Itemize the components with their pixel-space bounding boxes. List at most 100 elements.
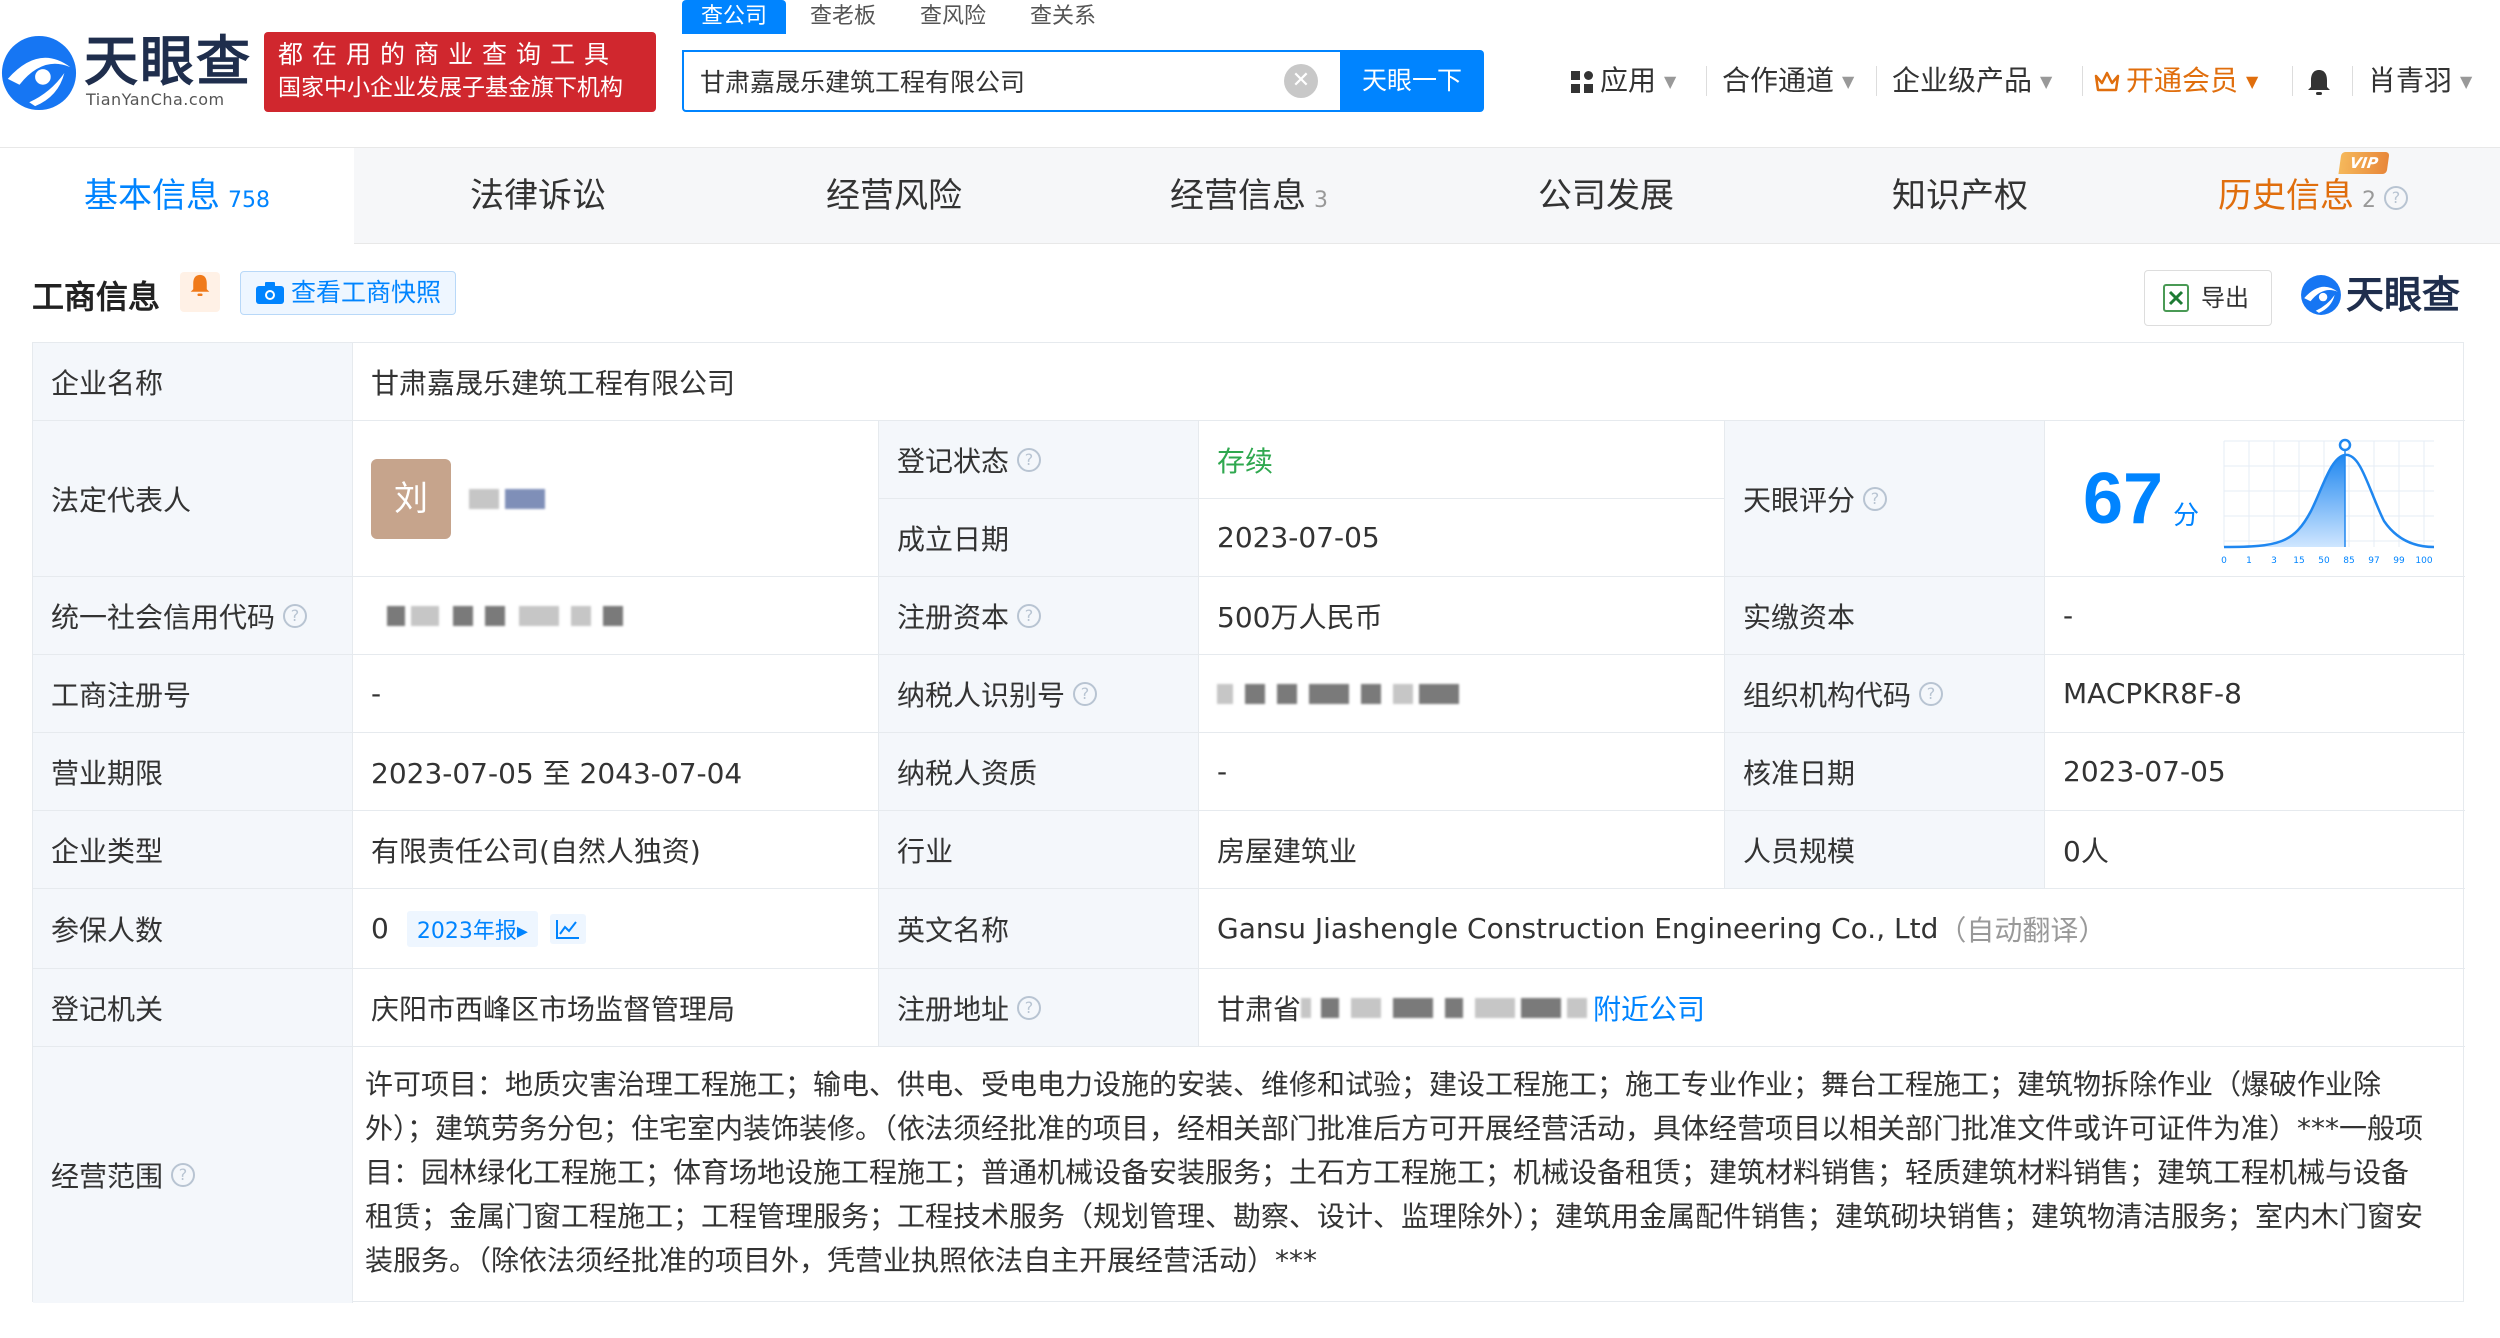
question-icon[interactable]: ? <box>1017 603 1042 628</box>
chevron-down-icon: ▼ <box>2040 72 2053 91</box>
tab-operation-info[interactable]: 经营信息 3 <box>1170 148 1328 244</box>
tab-operation-risk[interactable]: 经营风险 <box>826 148 962 244</box>
excel-icon <box>2163 284 2189 312</box>
paid-capital-label: 实缴资本 <box>1725 577 2045 655</box>
logo-eye-icon <box>1 35 77 111</box>
reg-status-label: 登记状态? <box>879 421 1199 499</box>
apps-grid-icon <box>1571 71 1593 93</box>
nav-partner[interactable]: 合作通道 ▼ <box>1722 60 1854 102</box>
follow-bell-icon[interactable] <box>180 272 220 312</box>
camera-icon <box>256 282 284 304</box>
nav-user[interactable]: 肖青羽 ▼ <box>2368 60 2472 102</box>
slogan-line-2: 国家中小企业发展子基金旗下机构 <box>278 75 623 101</box>
insured-label: 参保人数 <box>33 889 353 969</box>
search-tab-risk[interactable]: 查风险 <box>920 0 986 34</box>
nav-divider <box>1876 66 1877 96</box>
logo-text: 天眼查 <box>84 30 252 93</box>
score-distribution-chart: 0 1 3 15 50 85 97 99 100 <box>2221 438 2435 566</box>
annual-report-link[interactable]: 2023年报▸ <box>406 910 538 947</box>
masked-text <box>485 605 505 626</box>
tab-basic-info[interactable]: 基本信息 758 <box>0 148 354 244</box>
nav-apps[interactable]: 应用 ▼ <box>1570 60 1676 102</box>
scope-label: 经营范围? <box>33 1047 353 1303</box>
detail-tabs: 基本信息 758 法律诉讼 经营风险 经营信息 3 公司发展 知识产权 历史信息 2? <box>0 148 2500 244</box>
score-axis-tick: 97 <box>2368 556 2379 566</box>
company-name-value: 甘肃嘉晟乐建筑工程有限公司 <box>353 343 2465 421</box>
tab-label: 公司发展 <box>1538 176 1674 216</box>
company-name-label: 企业名称 <box>33 343 353 421</box>
term-label: 营业期限 <box>33 733 353 811</box>
scope-cell: 许可项目：地质灾害治理工程施工；输电、供电、受电电力设施的安装、维修和试验；建设… <box>353 1047 2465 1303</box>
masked-text <box>1321 997 1340 1018</box>
nav-vip[interactable]: 开通会员 ▼ <box>2094 60 2258 102</box>
tab-count: 3 <box>1314 188 1328 213</box>
question-icon[interactable]: ? <box>1863 486 1888 511</box>
tab-label: 知识产权 <box>1892 176 2028 216</box>
view-snapshot-button[interactable]: 查看工商快照 <box>240 271 456 315</box>
nearby-companies-link[interactable]: 附近公司 <box>1593 988 1705 1028</box>
score-axis-tick: 15 <box>2293 556 2304 566</box>
credit-code-label: 统一社会信用代码? <box>33 577 353 655</box>
authority-value: 庆阳市西峰区市场监督管理局 <box>353 969 879 1047</box>
type-value: 有限责任公司(自然人独资) <box>353 811 879 889</box>
search-tab-company[interactable]: 查公司 <box>682 0 787 34</box>
question-icon[interactable]: ? <box>1919 681 1944 706</box>
approve-date-value: 2023-07-05 <box>2045 733 2465 811</box>
insured-count: 0 <box>371 912 389 945</box>
masked-text <box>1445 997 1464 1018</box>
tab-label: 经营风险 <box>826 176 962 216</box>
masked-text <box>411 605 439 626</box>
scope-label-text: 经营范围 <box>51 1160 164 1193</box>
search-input[interactable] <box>700 60 1300 102</box>
masked-text <box>1309 683 1349 704</box>
score-axis-tick: 99 <box>2393 556 2405 566</box>
search-clear-icon[interactable]: ✕ <box>1284 64 1318 98</box>
search-tab-boss[interactable]: 查老板 <box>810 0 876 34</box>
score-number: 67 <box>2083 458 2164 539</box>
tianyancha-logo[interactable]: 天眼查 TianYanCha.com <box>0 28 250 118</box>
masked-text <box>1301 997 1312 1018</box>
address-value: 甘肃省 附近公司 <box>1199 969 2465 1047</box>
question-icon[interactable]: ? <box>171 1163 196 1187</box>
score-axis-tick: 3 <box>2271 556 2277 566</box>
masked-text <box>1475 997 1516 1018</box>
question-icon[interactable]: ? <box>2384 185 2408 210</box>
tax-qual-label: 纳税人资质 <box>879 733 1199 811</box>
authority-label: 登记机关 <box>33 969 353 1047</box>
search-button[interactable]: 天眼一下 <box>1340 50 1484 112</box>
nav-enterprise[interactable]: 企业级产品 ▼ <box>1892 60 2052 102</box>
english-name-text: Gansu Jiashengle Construction Engineerin… <box>1217 912 1939 945</box>
score-unit: 分 <box>2173 501 2200 531</box>
tab-count: 758 <box>228 188 270 213</box>
nav-user-label: 肖青羽 <box>2368 64 2453 97</box>
search-tab-relation[interactable]: 查关系 <box>1030 0 1096 34</box>
reg-capital-value: 500万人民币 <box>1199 577 1725 655</box>
tax-id-value <box>1199 655 1725 733</box>
question-icon[interactable]: ? <box>1017 447 1042 472</box>
credit-code-label-text: 统一社会信用代码 <box>51 600 276 634</box>
found-date-label: 成立日期 <box>879 499 1199 577</box>
masked-text <box>571 605 591 626</box>
nav-notifications[interactable] <box>2306 60 2332 102</box>
trend-chart-icon[interactable] <box>549 913 586 944</box>
tab-label: 经营信息 <box>1170 176 1306 216</box>
approve-date-label: 核准日期 <box>1725 733 2045 811</box>
export-button[interactable]: 导出 <box>2144 270 2272 326</box>
tab-company-development[interactable]: 公司发展 <box>1538 148 1674 244</box>
tab-legal[interactable]: 法律诉讼 <box>470 148 606 244</box>
logo-domain: TianYanCha.com <box>86 90 225 109</box>
question-icon[interactable]: ? <box>283 603 308 628</box>
score-value[interactable]: 67 分 0 1 3 15 50 85 97 99 100 <box>2045 421 2465 577</box>
nav-divider <box>2082 66 2083 96</box>
legal-rep-value[interactable]: 刘 <box>353 421 879 577</box>
staff-label: 人员规模 <box>1725 811 2045 889</box>
scope-value: 许可项目：地质灾害治理工程施工；输电、供电、受电电力设施的安装、维修和试验；建设… <box>365 1068 2424 1277</box>
slogan-line-1: 都在用的商业查询工具 <box>278 40 619 69</box>
masked-name <box>505 488 545 509</box>
question-icon[interactable]: ? <box>1017 995 1042 1020</box>
score-axis-tick: 1 <box>2246 556 2252 566</box>
tab-intellectual-property[interactable]: 知识产权 <box>1892 148 2028 244</box>
paid-capital-value: - <box>2045 577 2465 655</box>
question-icon[interactable]: ? <box>1073 681 1098 706</box>
tax-id-label: 纳税人识别号? <box>879 655 1199 733</box>
